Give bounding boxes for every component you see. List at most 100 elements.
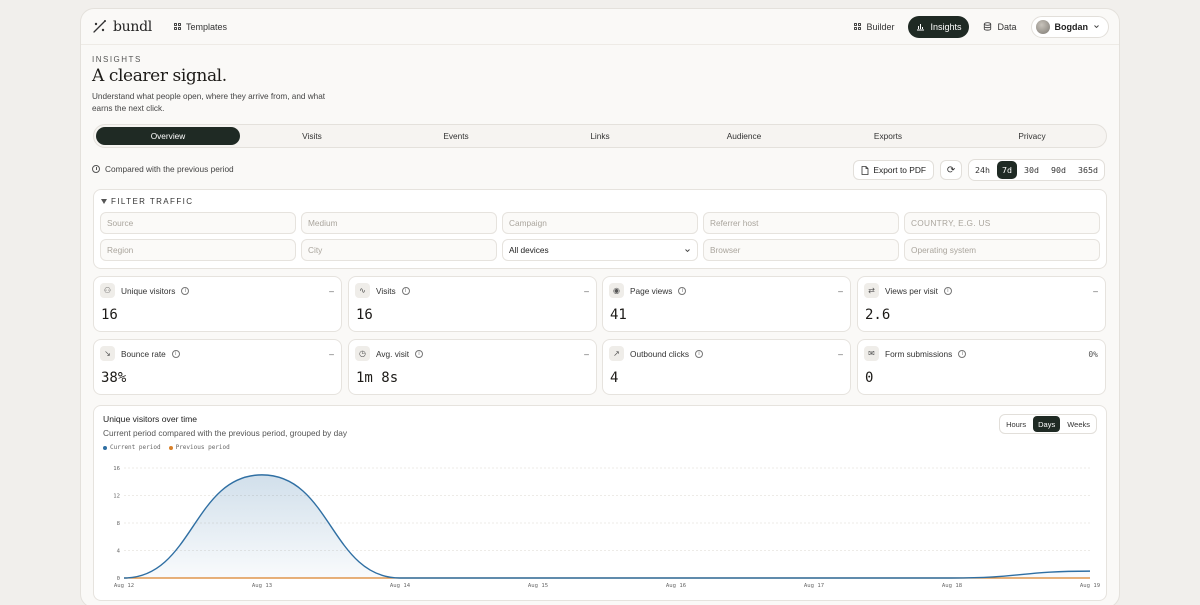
source-input[interactable]: Source [100,212,296,234]
export-pdf-button[interactable]: Export to PDF [853,160,935,180]
metric-card-outbound-clicks: ↗ Outbound clicks i – 4 [602,339,851,395]
metric-value: 38% [101,370,127,386]
granularity-weeks[interactable]: Weeks [1062,416,1095,432]
eye-icon: ◉ [609,283,624,298]
range-365d[interactable]: 365d [1073,161,1103,179]
tab-audience[interactable]: Audience [672,127,816,145]
tab-exports[interactable]: Exports [816,127,960,145]
range-24h[interactable]: 24h [970,161,995,179]
os-input[interactable]: Operating system [904,239,1100,261]
metric-header: ↗ Outbound clicks i [609,346,704,361]
mail-icon: ✉ [864,346,879,361]
info-icon[interactable]: i [678,286,687,295]
toolbar: Export to PDF ⟳ 24h 7d 30d 90d 365d [853,159,1105,181]
country-input[interactable]: COUNTRY, E.G. US [904,212,1100,234]
x-tick-label: Aug 19 [1080,583,1100,589]
y-tick-label: 4 [117,549,121,555]
top-navigation: bundl Templates Builder Insights Data Bo… [81,9,1119,45]
clock-icon [92,165,100,173]
metric-card-bounce-rate: ↘ Bounce rate i – 38% [93,339,342,395]
info-icon[interactable]: i [943,286,952,295]
metric-label: Avg. visit [376,348,410,359]
grid-icon [173,23,181,30]
metric-header: ✉ Form submissions i [864,346,967,361]
user-name: Bogdan [1054,21,1089,32]
brand[interactable]: bundl Templates [91,18,227,36]
metric-label: Outbound clicks [630,348,690,359]
chart-title: Unique visitors over time [103,414,198,424]
range-90d[interactable]: 90d [1046,161,1071,179]
granularity-hours[interactable]: Hours [1001,416,1031,432]
nav-builder-button[interactable]: Builder [846,16,902,38]
range-30d[interactable]: 30d [1019,161,1044,179]
x-tick-label: Aug 15 [528,583,548,589]
referrer-host-input[interactable]: Referrer host [703,212,899,234]
metric-delta: – [329,350,334,359]
metric-delta: – [838,350,843,359]
brand-name: bundl [113,18,152,35]
metric-card-avg-visit: ◷ Avg. visit i – 1m 8s [348,339,597,395]
x-tick-label: Aug 12 [114,583,134,589]
info-icon[interactable]: i [181,286,190,295]
granularity-selector: Hours Days Weeks [999,414,1097,434]
medium-input[interactable]: Medium [301,212,497,234]
y-tick-label: 0 [117,576,120,582]
metric-value: 16 [356,307,373,323]
device-select[interactable]: All devices [502,239,698,261]
info-icon[interactable]: i [958,349,967,358]
nav-insights-button[interactable]: Insights [908,15,970,38]
info-icon[interactable]: i [171,349,180,358]
metric-value: 16 [101,307,118,323]
browser-input[interactable]: Browser [703,239,899,261]
visitors-chart-card: 0 4 8 12 16 Aug 12 Aug 13 Aug 14 Aug 15 Aug 16 Aug… [93,405,1107,601]
app-frame: bundl Templates Builder Insights Data Bo… [80,8,1120,605]
metric-delta: – [1093,287,1098,296]
region-input[interactable]: Region [100,239,296,261]
x-tick-label: Aug 13 [252,583,272,589]
filter-title-text: FILTER TRAFFIC [111,197,194,206]
nav-data-button[interactable]: Data [975,16,1024,38]
insights-label: Insights [930,21,962,32]
y-tick-label: 8 [117,521,121,527]
metric-header: ⇄ Views per visit i [864,283,952,298]
info-icon[interactable]: i [415,349,424,358]
grid-icon [854,23,862,30]
chart-subtitle: Current period compared with the previou… [103,428,347,438]
metric-header: ◷ Avg. visit i [355,346,424,361]
campaign-input[interactable]: Campaign [502,212,698,234]
metric-label: Bounce rate [121,348,166,359]
user-menu-button[interactable]: Bogdan [1030,15,1109,38]
metric-delta: – [584,350,589,359]
metric-card-page-views: ◉ Page views i – 41 [602,276,851,332]
tab-privacy[interactable]: Privacy [960,127,1104,145]
range-7d[interactable]: 7d [997,161,1018,179]
templates-link[interactable]: Templates [173,22,227,32]
data-label: Data [997,21,1017,32]
city-input[interactable]: City [301,239,497,261]
refresh-button[interactable]: ⟳ [940,160,963,180]
metric-card-form-submissions: ✉ Form submissions i 0% 0 [857,339,1106,395]
repeat-icon: ⇄ [864,283,879,298]
tab-visits[interactable]: Visits [240,127,384,145]
metric-value: 0 [865,370,874,386]
compare-text: Compared with the previous period [105,164,234,174]
bar-chart-icon [917,24,925,31]
file-icon [862,165,869,175]
granularity-days[interactable]: Days [1033,416,1061,432]
nav-right: Builder Insights Data Bogdan [846,15,1109,38]
info-icon[interactable]: i [401,286,410,295]
metric-label: Form submissions [885,348,953,359]
page-title: A clearer signal. [92,66,227,86]
builder-label: Builder [866,21,895,32]
metric-label: Page views [630,285,673,296]
info-icon[interactable]: i [695,349,704,358]
filter-panel: FILTER TRAFFIC Source Medium Campaign Re… [93,189,1107,269]
avatar [1035,19,1050,34]
metric-delta: – [329,287,334,296]
tab-links[interactable]: Links [528,127,672,145]
tab-events[interactable]: Events [384,127,528,145]
tab-overview[interactable]: Overview [96,127,240,145]
metric-value: 41 [610,307,627,323]
filter-icon [101,199,107,204]
chevron-down-icon [685,248,690,252]
